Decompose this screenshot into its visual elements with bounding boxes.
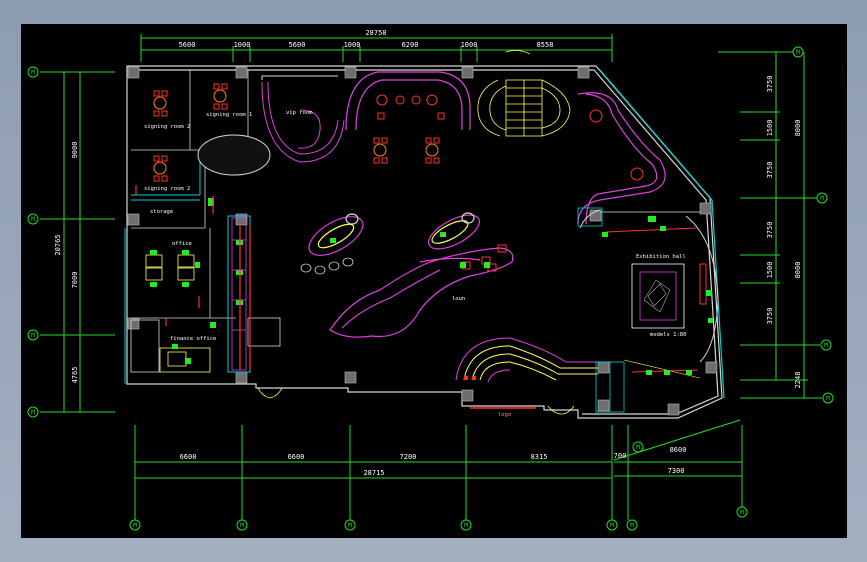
lounge-greens <box>330 232 490 268</box>
dim-bottom-right-1: 700 <box>614 452 627 460</box>
axis-marker-left-2[interactable]: M <box>27 213 39 225</box>
reception-lights <box>464 376 476 380</box>
svg-text:M: M <box>31 69 35 76</box>
outer-walls <box>126 65 725 419</box>
svg-text:M: M <box>348 522 352 529</box>
dim-bottom-right-2: 8600 <box>670 446 687 454</box>
axis-marker-bottom-2[interactable]: M <box>236 519 248 531</box>
dim-right-outer-1: 8000 <box>794 120 802 137</box>
label-models: models 1:80 <box>650 332 686 338</box>
label-finance-office: finance office <box>170 336 216 342</box>
dim-top-4: 1000 <box>344 41 361 49</box>
dim-left-2: 7000 <box>71 272 79 289</box>
dim-right-4: 3750 <box>766 222 774 239</box>
dimension-lines <box>40 34 822 520</box>
axis-marker-right-2[interactable]: M <box>816 192 828 204</box>
dim-bottom-2: 6600 <box>288 453 305 461</box>
dim-top-6: 1000 <box>461 41 478 49</box>
svg-text:M: M <box>31 409 35 416</box>
dim-left-3: 4765 <box>71 367 79 384</box>
dim-bottom-total: 28715 <box>363 469 384 477</box>
lounge-seating <box>308 212 514 338</box>
dim-left-total: 20765 <box>54 234 62 255</box>
bar-counter <box>345 71 666 225</box>
dim-right-6: 3750 <box>766 308 774 325</box>
dim-top-total: 28758 <box>365 29 386 37</box>
svg-text:M: M <box>636 444 640 451</box>
dim-top-5: 6200 <box>402 41 419 49</box>
svg-text:M: M <box>464 522 468 529</box>
staircase[interactable] <box>477 79 571 137</box>
axis-marker-bottom-8[interactable]: M <box>632 441 644 453</box>
axis-marker-bottom-7[interactable]: M <box>736 506 748 518</box>
columns <box>127 66 718 416</box>
svg-text:M: M <box>824 342 828 349</box>
svg-text:M: M <box>610 522 614 529</box>
axis-marker-bottom-5[interactable]: M <box>606 519 618 531</box>
dim-bottom-3: 7200 <box>400 453 417 461</box>
cad-viewport: 28758 5600 1000 5600 1000 6200 1000 8558… <box>0 0 867 562</box>
dim-top-1: 5600 <box>179 41 196 49</box>
label-storage: storage <box>150 209 173 215</box>
dim-top-3: 5600 <box>289 41 306 49</box>
svg-text:M: M <box>240 522 244 529</box>
label-exhibition-hall: Exhibition hall <box>636 254 686 260</box>
label-lounge: loun <box>452 296 465 302</box>
svg-text:M: M <box>826 395 830 402</box>
dim-right-2: 1500 <box>766 120 774 137</box>
exhibition-greens <box>602 216 713 375</box>
office-desks <box>145 254 195 367</box>
axis-marker-right-1[interactable]: M <box>792 46 804 58</box>
vip-area <box>197 75 345 176</box>
svg-text:M: M <box>796 49 800 56</box>
svg-text:M: M <box>630 522 634 529</box>
label-signing-room-2: signing room 2 <box>144 124 190 130</box>
axis-marker-right-3[interactable]: M <box>820 339 832 351</box>
label-vip-room: vip room <box>286 110 313 116</box>
label-signing-room-1: signing room 1 <box>206 112 252 118</box>
dim-left-1: 9000 <box>71 142 79 159</box>
svg-text:M: M <box>820 195 824 202</box>
axis-markers: M M M M M M M M M M M M M M M M <box>27 46 834 531</box>
svg-text:M: M <box>31 216 35 223</box>
axis-marker-bottom-6[interactable]: M <box>626 519 638 531</box>
entry-frames[interactable] <box>577 207 625 413</box>
exhibition-hall[interactable] <box>579 209 719 379</box>
dim-right-5: 1500 <box>766 262 774 279</box>
signing-tables <box>153 89 439 175</box>
dim-right-tail: 2248 <box>794 372 802 389</box>
dim-right-3: 3750 <box>766 162 774 179</box>
lounge-stools <box>300 257 354 275</box>
svg-text:M: M <box>740 509 744 516</box>
axis-marker-bottom-1[interactable]: M <box>129 519 141 531</box>
axis-marker-bottom-4[interactable]: M <box>460 519 472 531</box>
dim-bottom-4: 8315 <box>531 453 548 461</box>
label-office: office <box>172 241 192 247</box>
svg-text:M: M <box>31 332 35 339</box>
svg-text:M: M <box>133 522 137 529</box>
dim-right-1: 3750 <box>766 76 774 93</box>
dim-right-outer-2: 8000 <box>794 262 802 279</box>
floor-plan: 28758 5600 1000 5600 1000 6200 1000 8558… <box>27 29 834 531</box>
dim-top-7: 8558 <box>537 41 554 49</box>
dim-bottom-right-total: 7300 <box>668 467 685 475</box>
dim-top-2: 1000 <box>234 41 251 49</box>
axis-marker-right-4[interactable]: M <box>822 392 834 404</box>
label-logo: logo <box>498 412 511 418</box>
axis-marker-bottom-3[interactable]: M <box>344 519 356 531</box>
axis-marker-left-4[interactable]: M <box>27 406 39 418</box>
axis-marker-left-1[interactable]: M <box>27 66 39 78</box>
reception-curves <box>455 337 598 383</box>
label-signing-room-3: signing room 2 <box>144 186 190 192</box>
dim-bottom-1: 6600 <box>180 453 197 461</box>
axis-marker-left-3[interactable]: M <box>27 329 39 341</box>
